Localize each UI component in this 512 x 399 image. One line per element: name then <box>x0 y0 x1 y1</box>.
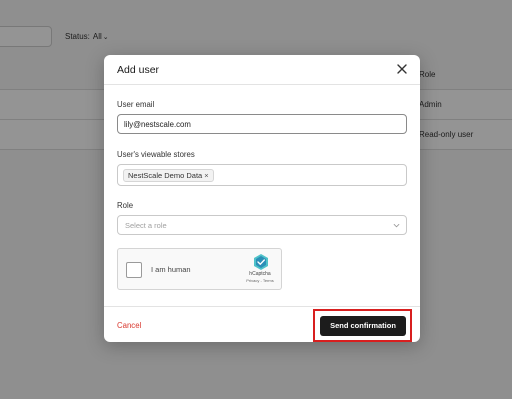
store-chip: NestScale Demo Data × <box>123 169 214 182</box>
captcha-checkbox[interactable] <box>126 262 142 278</box>
email-field[interactable] <box>117 114 407 134</box>
dialog-title: Add user <box>117 64 160 76</box>
close-button[interactable] <box>396 63 408 75</box>
add-user-dialog: Add user User email User's viewable stor… <box>104 55 420 342</box>
dialog-header: Add user <box>104 55 420 85</box>
role-label: Role <box>117 201 134 210</box>
hcaptcha-logo-icon <box>254 254 268 270</box>
role-placeholder: Select a role <box>125 221 167 230</box>
stores-multiselect[interactable]: NestScale Demo Data × <box>117 164 407 186</box>
email-label: User email <box>117 100 155 109</box>
store-chip-label: NestScale Demo Data <box>128 171 203 180</box>
captcha-brand: hCaptcha <box>249 271 271 277</box>
remove-chip-icon[interactable]: × <box>204 171 208 180</box>
send-confirmation-button[interactable]: Send confirmation <box>320 316 406 336</box>
hcaptcha-widget: I am human hCaptcha Privacy - Terms <box>117 248 282 290</box>
chevron-down-icon <box>393 223 400 228</box>
dialog-footer: Cancel Send confirmation <box>104 306 420 342</box>
stores-label: User's viewable stores <box>117 150 195 159</box>
captcha-privacy-terms-links[interactable]: Privacy - Terms <box>243 278 277 283</box>
captcha-label: I am human <box>151 265 191 274</box>
role-select[interactable]: Select a role <box>117 215 407 235</box>
close-icon <box>397 64 407 74</box>
cancel-button[interactable]: Cancel <box>117 321 141 330</box>
